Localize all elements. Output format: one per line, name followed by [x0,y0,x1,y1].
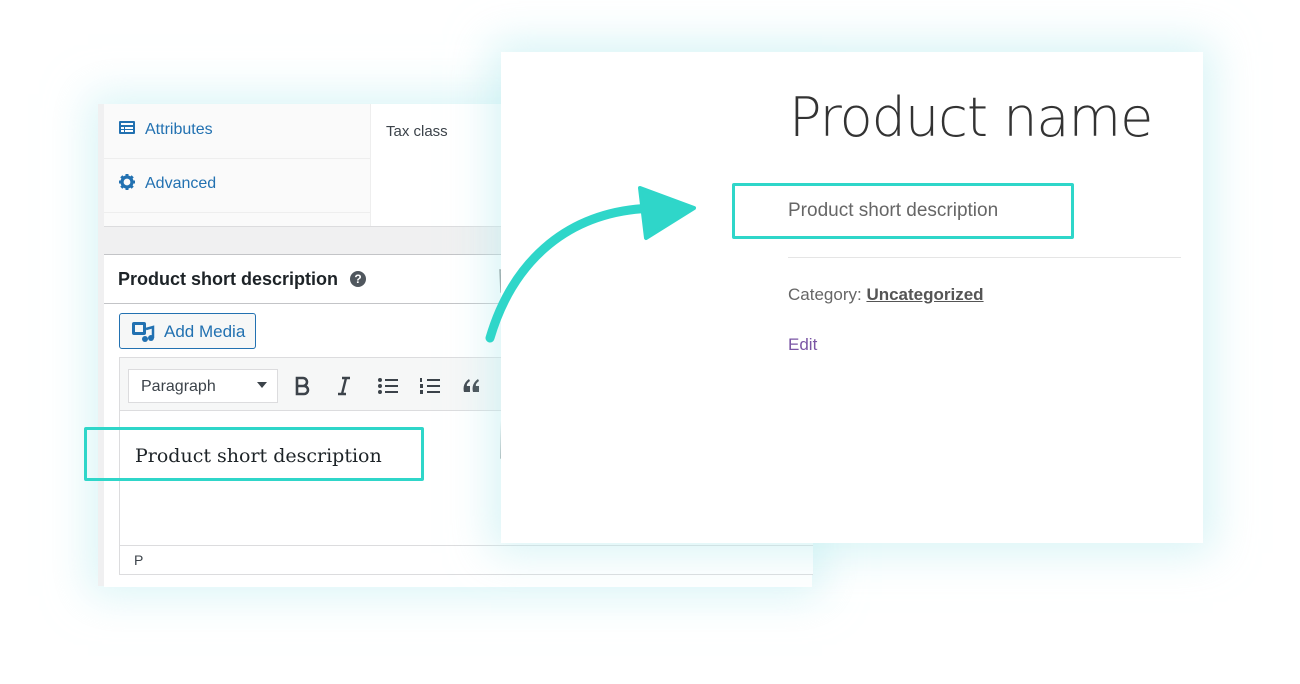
attributes-icon [119,121,135,134]
element-path[interactable]: P [134,552,143,568]
blockquote-icon[interactable] [460,374,484,398]
product-meta-category: Category: Uncategorized [788,285,984,305]
category-link[interactable]: Uncategorized [866,285,983,304]
tab-attributes[interactable]: Attributes [104,104,370,159]
caret-down-icon [257,382,267,388]
curved-arrow-icon [485,186,696,343]
bulleted-list-icon[interactable] [376,374,400,398]
bold-icon[interactable] [290,374,314,398]
add-media-label: Add Media [164,322,246,341]
format-select-value: Paragraph [141,378,216,395]
media-icon [132,322,155,342]
tab-advanced[interactable]: Advanced [104,158,370,213]
edit-link[interactable]: Edit [788,335,817,355]
product-title: Product name [789,86,1153,149]
product-data-panel: Attributes Advanced Tax class [104,104,506,227]
tab-attributes-label: Attributes [145,121,213,138]
divider [788,257,1181,258]
numbered-list-icon[interactable] [418,374,442,398]
tab-advanced-label: Advanced [145,175,217,192]
product-data-tabs: Attributes Advanced [104,104,371,226]
tax-class-label: Tax class [386,123,448,140]
italic-icon[interactable] [332,374,356,398]
help-icon[interactable]: ? [350,271,366,287]
category-label: Category: [788,285,862,304]
add-media-button[interactable]: Add Media [119,313,256,349]
editor-text-highlight [84,427,424,481]
editor-status-bar: P [119,545,813,575]
metabox-title: Product short description [118,269,339,289]
gear-icon [119,174,135,190]
format-select[interactable]: Paragraph [128,369,278,403]
short-description-highlight [732,183,1074,239]
